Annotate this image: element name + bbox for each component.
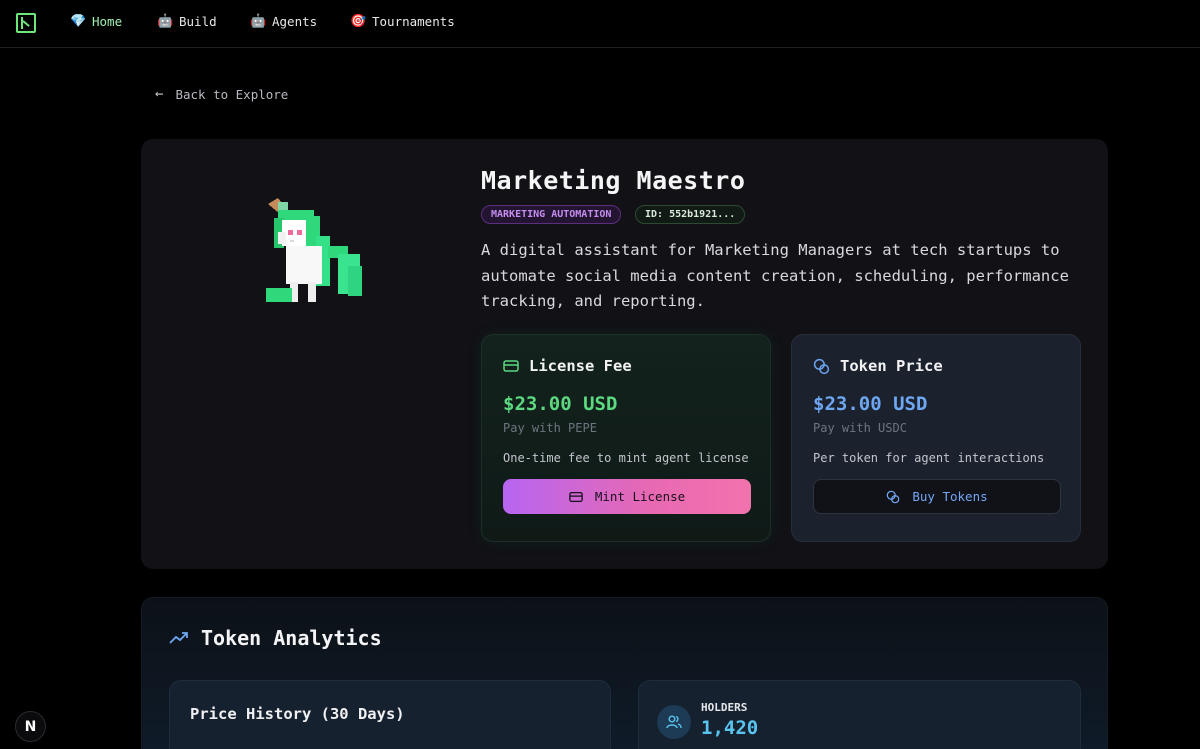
top-nav: 💎 Home 🤖 Build 🤖 Agents 🎯 Tournaments — [0, 0, 1200, 48]
back-link[interactable]: ← Back to Explore — [155, 86, 288, 102]
analytics-title: Token Analytics — [201, 626, 382, 650]
token-price: $23.00 USD — [813, 393, 928, 415]
credit-card-icon — [569, 491, 583, 502]
nav-item-agents[interactable]: 🤖 Agents — [250, 14, 317, 29]
nav-label: Agents — [272, 14, 318, 29]
back-label: Back to Explore — [175, 86, 289, 102]
robot-icon: 🤖 — [157, 14, 174, 29]
nav-label: Tournaments — [372, 14, 455, 29]
holders-card: HOLDERS 1,420 — [638, 680, 1081, 749]
trending-up-icon — [169, 632, 188, 644]
credit-card-icon — [503, 360, 519, 372]
gem-icon: 💎 — [70, 14, 87, 29]
mint-license-label: Mint License — [594, 489, 686, 504]
coins-icon — [813, 358, 830, 374]
nav-item-tournaments[interactable]: 🎯 Tournaments — [350, 14, 455, 29]
license-note: One-time fee to mint agent license — [503, 451, 749, 465]
buy-tokens-label: Buy Tokens — [912, 489, 988, 504]
app-logo-icon[interactable] — [16, 13, 36, 33]
category-badge: MARKETING AUTOMATION — [481, 205, 622, 224]
agent-name: Marketing Maestro — [481, 166, 746, 195]
token-note: Per token for agent interactions — [813, 451, 1045, 465]
coins-icon — [887, 490, 900, 503]
nav-label: Home — [92, 14, 123, 29]
nav-item-home[interactable]: 💎 Home — [70, 14, 122, 29]
license-pay-method: Pay with PEPE — [503, 421, 597, 435]
mint-license-button[interactable]: Mint License — [503, 479, 751, 514]
holders-value: 1,420 — [701, 717, 759, 739]
license-title: License Fee — [529, 357, 632, 375]
holders-label: HOLDERS — [701, 701, 748, 714]
token-title: Token Price — [840, 357, 943, 375]
target-icon: 🎯 — [350, 14, 367, 29]
robot-icon: 🤖 — [250, 14, 267, 29]
license-fee-card: License Fee $23.00 USD Pay with PEPE One… — [481, 334, 771, 542]
users-icon — [657, 705, 691, 739]
nav-label: Build — [179, 14, 217, 29]
token-price-card: Token Price $23.00 USD Pay with USDC Per… — [791, 334, 1081, 542]
token-pay-method: Pay with USDC — [813, 421, 907, 435]
nav-item-build[interactable]: 🤖 Build — [157, 14, 217, 29]
nextjs-devtools-button[interactable]: N — [15, 711, 46, 742]
analytics-heading: Token Analytics — [169, 626, 382, 650]
arrow-left-icon: ← — [155, 86, 164, 102]
price-history-card: Price History (30 Days) — [169, 680, 611, 749]
agent-id-badge[interactable]: ID: 552b1921... — [635, 205, 746, 224]
agent-avatar — [266, 198, 362, 302]
agent-description: A digital assistant for Marketing Manage… — [481, 241, 1069, 310]
price-history-title: Price History (30 Days) — [190, 705, 405, 723]
license-price: $23.00 USD — [503, 393, 618, 415]
buy-tokens-button[interactable]: Buy Tokens — [813, 479, 1061, 514]
